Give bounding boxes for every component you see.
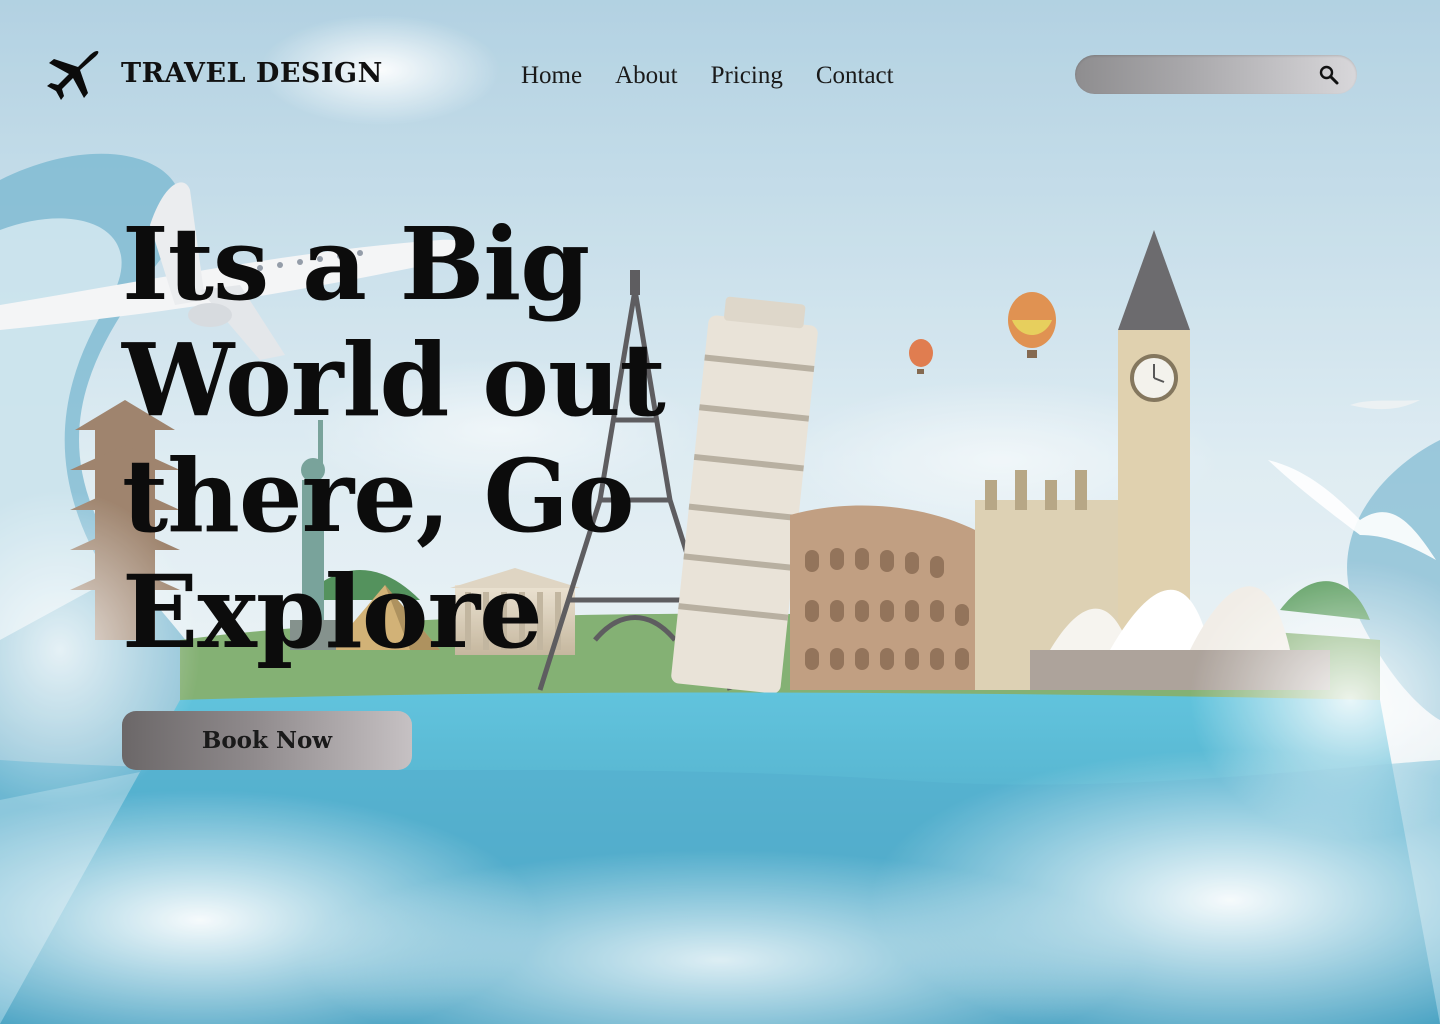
book-now-button[interactable]: Book Now bbox=[122, 711, 412, 770]
search-input[interactable] bbox=[1093, 61, 1307, 89]
hero-headline: Its a Big World out there, Go Explore bbox=[122, 205, 666, 671]
nav-home-link[interactable]: Home bbox=[521, 62, 582, 90]
nav-contact-link[interactable]: Contact bbox=[816, 62, 894, 90]
search-icon[interactable] bbox=[1318, 64, 1340, 86]
nav-about-link[interactable]: About bbox=[615, 62, 678, 90]
main-nav: Home About Pricing Contact bbox=[521, 62, 894, 90]
brand-name[interactable]: TRAVEL DESIGN bbox=[121, 58, 383, 89]
nav-pricing-link[interactable]: Pricing bbox=[711, 62, 783, 90]
search-bar bbox=[1075, 55, 1357, 94]
airplane-icon[interactable] bbox=[44, 50, 100, 106]
